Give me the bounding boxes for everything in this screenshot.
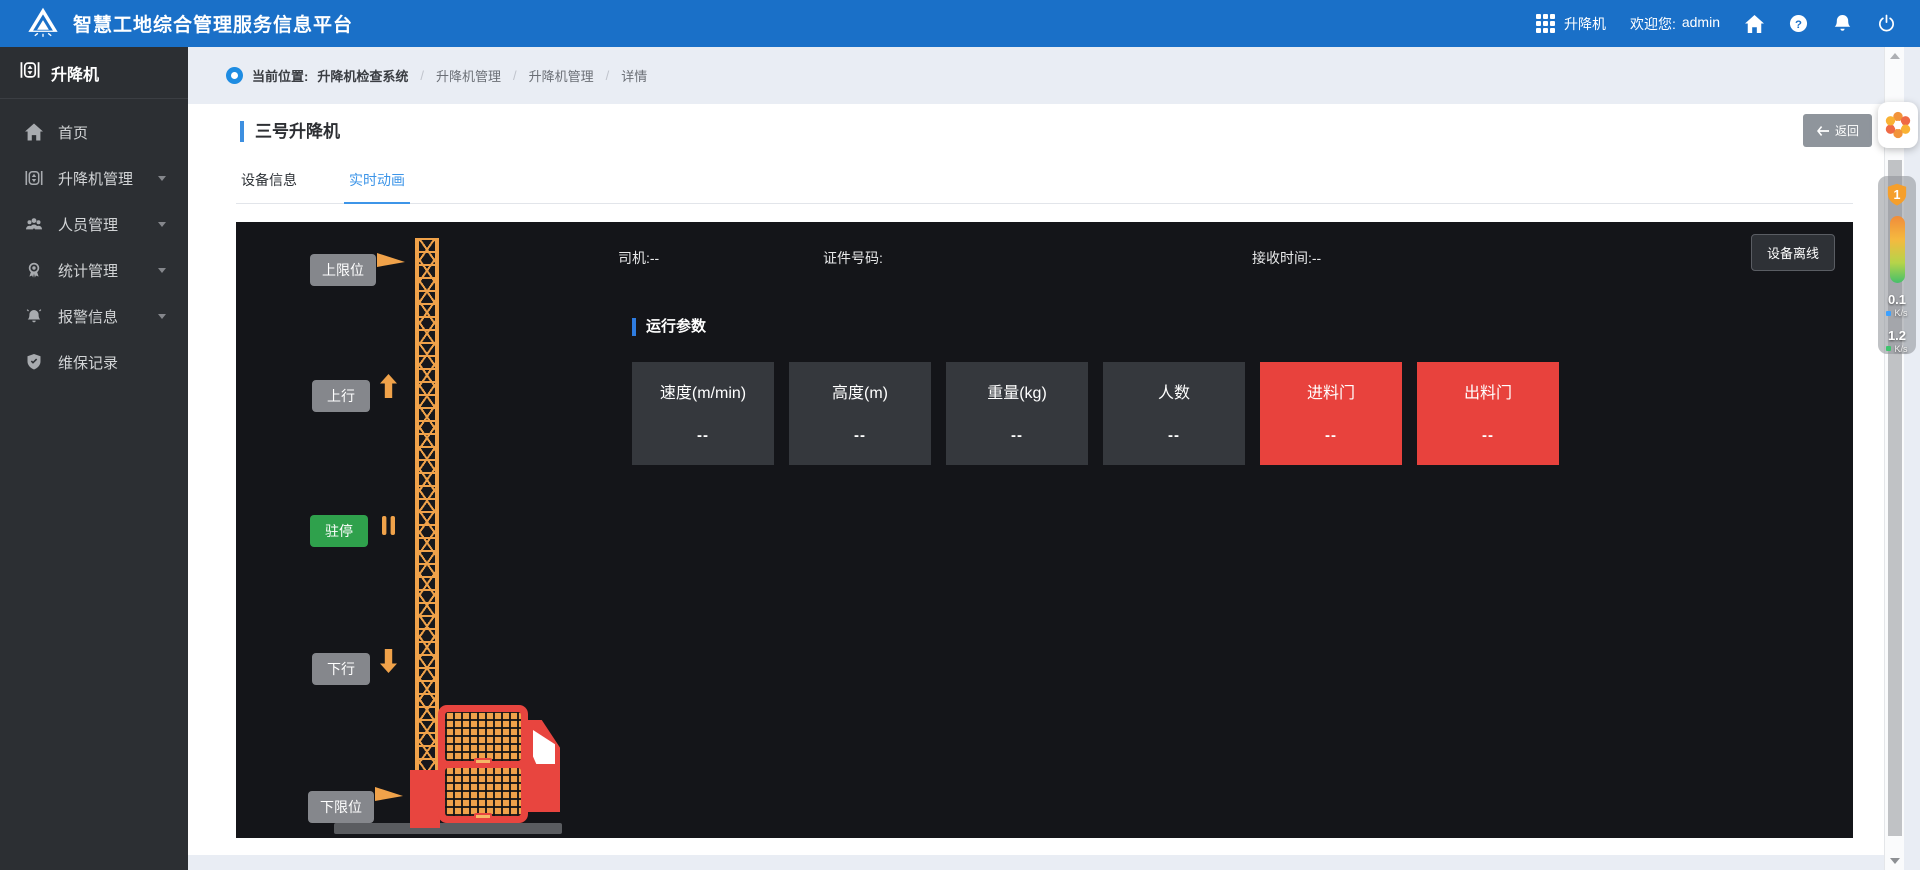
state-parked: 驻停 [310, 515, 368, 547]
content-card: 三号升降机 返回 设备信息 实时动画 上限位 上行 驻停 下行 [188, 104, 1904, 855]
alarm-icon [25, 307, 43, 325]
certificate-info: 证件号码: [823, 248, 883, 268]
power-icon[interactable] [1876, 14, 1896, 34]
help-icon[interactable]: ? [1788, 14, 1808, 34]
swirl-logo-icon [1883, 110, 1913, 140]
elevator-icon [25, 169, 43, 187]
main-area: 当前位置: 升降机检查系统 / 升降机管理 / 升降机管理 / 详情 三号升降机… [188, 47, 1920, 870]
chevron-down-icon [158, 176, 166, 181]
tab-bar: 设备信息 实时动画 [236, 168, 1853, 204]
receive-time-value: -- [1312, 250, 1321, 266]
param-card-weight: 重量(kg)-- [946, 362, 1088, 465]
svg-text:1: 1 [1894, 188, 1901, 202]
chevron-down-icon [158, 268, 166, 273]
sidebar-item-alarm-info[interactable]: 报警信息 [0, 293, 188, 339]
monitor-panel: 上限位 上行 驻停 下行 下限位 [236, 222, 1853, 838]
home-icon [25, 123, 43, 141]
vertical-scrollbar[interactable] [1884, 47, 1904, 870]
sidebar-item-statistics-mgmt[interactable]: 统计管理 [0, 247, 188, 293]
download-monitor-widget[interactable]: 1 0.1 K/s 1.2 K/s [1878, 176, 1916, 354]
sidebar-brand: 升降机 [0, 47, 188, 99]
flag-icon [377, 250, 405, 270]
upload-speed: 1.2 K/s [1886, 329, 1907, 354]
grid-apps-icon [1536, 14, 1555, 33]
location-pin-icon [226, 67, 243, 84]
arrow-left-icon [1816, 126, 1829, 136]
extension-button[interactable] [1878, 102, 1918, 148]
app-switcher[interactable]: 升降机 [1536, 14, 1606, 34]
svg-text:?: ? [1795, 19, 1802, 31]
platform-logo-icon [26, 6, 60, 42]
sidebar-item-elevator-mgmt[interactable]: 升降机管理 [0, 155, 188, 201]
driver-value: -- [650, 250, 659, 266]
lift-base-graphic [334, 823, 562, 834]
elevator-brand-icon [20, 60, 40, 85]
gradient-level-icon [1890, 216, 1905, 283]
welcome-text: 欢迎您: admin [1630, 14, 1720, 34]
people-icon [25, 215, 43, 233]
state-going-up: 上行 [312, 380, 370, 412]
state-upper-limit: 上限位 [310, 254, 376, 286]
download-dot-icon [1886, 311, 1891, 316]
param-cards: 速度(m/min)-- 高度(m)-- 重量(kg)-- 人数-- 进料门-- … [632, 362, 1559, 465]
breadcrumb-item[interactable]: 升降机管理 [529, 66, 594, 85]
param-card-inlet-door: 进料门-- [1260, 362, 1402, 465]
sidebar-item-home[interactable]: 首页 [0, 109, 188, 155]
receive-time-info: 接收时间:-- [1252, 248, 1321, 268]
param-card-height: 高度(m)-- [789, 362, 931, 465]
device-offline-button[interactable]: 设备离线 [1751, 234, 1835, 271]
download-speed: 0.1 K/s [1886, 293, 1907, 318]
scroll-down-icon[interactable] [1890, 858, 1900, 864]
param-card-people-count: 人数-- [1103, 362, 1245, 465]
lift-support-graphic [410, 770, 440, 828]
shield-icon [25, 353, 43, 371]
page-title: 三号升降机 [240, 121, 340, 142]
statistics-icon [25, 261, 43, 279]
breadcrumb-item[interactable]: 升降机检查系统 [317, 66, 408, 85]
upload-dot-icon [1886, 346, 1891, 351]
bell-icon[interactable] [1832, 14, 1852, 34]
tab-device-info[interactable]: 设备信息 [236, 168, 302, 203]
tab-realtime-animation[interactable]: 实时动画 [344, 168, 410, 204]
lift-mast-graphic [415, 238, 439, 770]
breadcrumb-item: 详情 [621, 66, 647, 85]
state-going-down: 下行 [312, 653, 370, 685]
breadcrumb-item[interactable]: 升降机管理 [436, 66, 501, 85]
arrow-up-icon [380, 374, 397, 398]
state-lower-limit: 下限位 [308, 791, 374, 823]
username: admin [1682, 14, 1720, 34]
back-button[interactable]: 返回 [1803, 114, 1872, 147]
chevron-down-icon [158, 314, 166, 319]
sidebar: 升降机 首页 升降机管理 人员管理 统计管理 报警信息 维保记录 [0, 47, 188, 870]
breadcrumb: 当前位置: 升降机检查系统 / 升降机管理 / 升降机管理 / 详情 [188, 47, 1920, 104]
pause-icon [382, 516, 395, 535]
running-params-title: 运行参数 [632, 318, 706, 336]
badge-shield-icon: 1 [1886, 183, 1908, 207]
sidebar-item-personnel-mgmt[interactable]: 人员管理 [0, 201, 188, 247]
param-card-outlet-door: 出料门-- [1417, 362, 1559, 465]
driver-info: 司机:-- [618, 248, 659, 268]
flag-icon [375, 784, 403, 804]
platform-title: 智慧工地综合管理服务信息平台 [73, 10, 353, 37]
scroll-up-icon[interactable] [1890, 53, 1900, 59]
home-icon[interactable] [1744, 14, 1764, 34]
chevron-down-icon [158, 222, 166, 227]
param-card-speed: 速度(m/min)-- [632, 362, 774, 465]
app-switcher-label: 升降机 [1564, 14, 1606, 34]
lift-cage-graphic [438, 705, 528, 823]
top-header: 智慧工地综合管理服务信息平台 升降机 欢迎您: admin ? [0, 0, 1920, 47]
sidebar-item-maintenance-records[interactable]: 维保记录 [0, 339, 188, 385]
arrow-down-icon [380, 649, 397, 673]
